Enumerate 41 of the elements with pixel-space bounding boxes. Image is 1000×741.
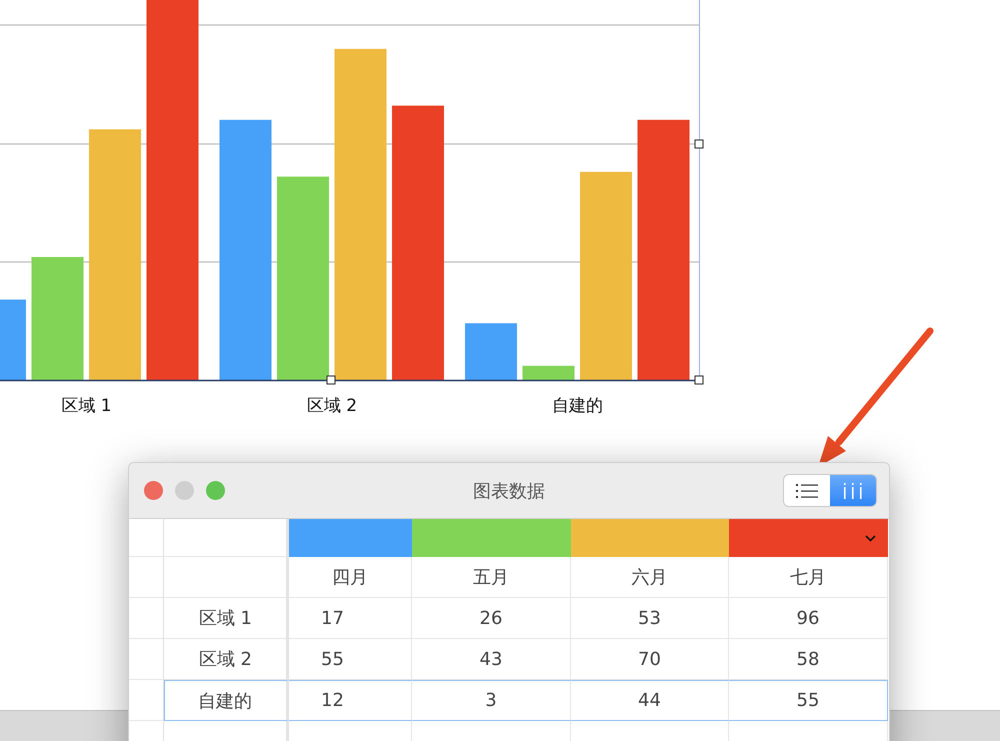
window-title: 图表数据 [472, 480, 546, 502]
bar [522, 366, 574, 380]
table-cell: 12 [321, 690, 344, 711]
columns-icon [843, 482, 863, 498]
list-view-button[interactable] [784, 475, 830, 506]
row-label: 区域 2 [198, 648, 252, 671]
selection-handle[interactable] [326, 376, 336, 384]
chevron-down-icon[interactable] [865, 534, 876, 542]
bar [465, 323, 517, 380]
table-cell: 53 [638, 608, 661, 628]
category-label: 区域 2 [306, 396, 358, 416]
table-cell: 55 [321, 648, 344, 670]
table-cell: 17 [321, 608, 344, 628]
series-color-swatch[interactable] [289, 519, 412, 557]
empty-cell [129, 557, 164, 598]
series-name: 五月 [473, 566, 509, 589]
table-cell: 3 [485, 690, 497, 711]
category-label: 区域 1 [61, 396, 112, 416]
close-button[interactable] [144, 481, 163, 500]
table-cell: 70 [638, 648, 661, 670]
table-cell: 43 [480, 648, 502, 670]
table-cell: 55 [796, 690, 820, 711]
columns-view-button[interactable] [830, 475, 876, 506]
selection-handle[interactable] [694, 376, 704, 384]
series-name: 七月 [790, 566, 826, 589]
category-label: 自建的 [552, 396, 603, 416]
table-cell: 58 [796, 648, 820, 670]
table-cell: 96 [796, 608, 820, 628]
series-name: 四月 [332, 566, 368, 589]
table-cell: 44 [638, 690, 661, 711]
series-color-swatch[interactable] [571, 519, 729, 557]
series-color-swatch[interactable] [412, 519, 571, 557]
series-color-swatch[interactable] [729, 519, 888, 557]
row-label: 区域 1 [198, 607, 252, 630]
selection-handle[interactable] [694, 140, 704, 148]
table-cell: 26 [480, 608, 502, 628]
zoom-button[interactable] [206, 481, 225, 500]
list-icon [796, 482, 818, 498]
series-name: 六月 [632, 566, 668, 589]
row-label: 自建的 [198, 690, 252, 712]
minimize-button[interactable] [175, 481, 194, 500]
